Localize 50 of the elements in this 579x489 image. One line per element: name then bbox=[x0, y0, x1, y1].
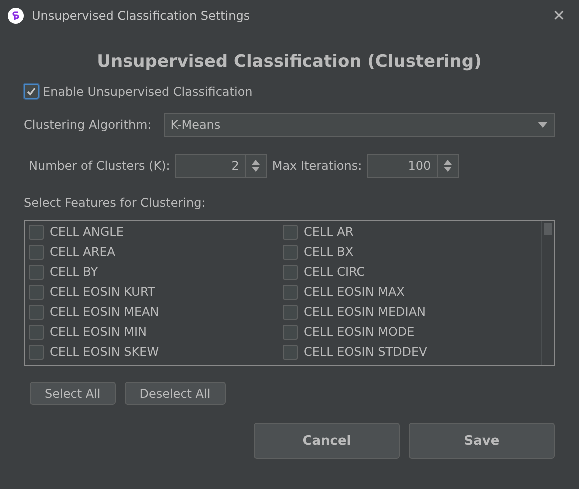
feature-label: CELL BX bbox=[304, 245, 354, 259]
close-button[interactable]: × bbox=[547, 6, 571, 26]
feature-checkbox[interactable] bbox=[29, 284, 44, 300]
feature-label: CELL EOSIN MIN bbox=[50, 325, 147, 339]
algorithm-dropdown[interactable]: K-Means bbox=[164, 113, 555, 137]
iterations-spinner[interactable]: 100 bbox=[367, 154, 460, 178]
feature-label: CELL EOSIN MAX bbox=[304, 285, 405, 299]
feature-label: CELL BY bbox=[50, 265, 98, 279]
feature-label: CELL EOSIN MEDIAN bbox=[304, 305, 426, 319]
window-title: Unsupervised Classification Settings bbox=[32, 9, 252, 23]
features-label: Select Features for Clustering: bbox=[24, 196, 207, 210]
feature-checkbox[interactable] bbox=[283, 264, 298, 280]
spinner-arrows-icon[interactable] bbox=[443, 159, 454, 173]
feature-checkbox[interactable] bbox=[283, 344, 298, 360]
dialog-heading: Unsupervised Classification (Clustering) bbox=[96, 52, 483, 72]
feature-checkbox[interactable] bbox=[283, 244, 298, 260]
feature-label: CELL ANGLE bbox=[50, 225, 124, 239]
feature-checkbox[interactable] bbox=[283, 324, 298, 340]
spinner-arrows-icon[interactable] bbox=[251, 159, 262, 173]
feature-checkbox[interactable] bbox=[283, 304, 298, 320]
feature-checkbox[interactable] bbox=[29, 304, 44, 320]
list-selection-button[interactable]: Select All bbox=[30, 382, 116, 405]
feature-checkbox[interactable] bbox=[29, 224, 44, 240]
feature-label: CELL AREA bbox=[50, 245, 116, 259]
checkmark-icon bbox=[26, 86, 37, 97]
save-button[interactable]: Save bbox=[409, 423, 555, 459]
enable-label: Enable Unsupervised Classification bbox=[43, 84, 253, 98]
clusters-label: Number of Clusters (K): bbox=[29, 159, 170, 173]
feature-label: CELL EOSIN MEAN bbox=[50, 305, 160, 319]
feature-checkbox[interactable] bbox=[29, 264, 44, 280]
app-logo-icon bbox=[8, 8, 24, 24]
feature-checkbox[interactable] bbox=[29, 244, 44, 260]
list-selection-button[interactable]: Deselect All bbox=[124, 382, 226, 405]
enable-checkbox[interactable] bbox=[24, 84, 39, 99]
cancel-button[interactable]: Cancel bbox=[254, 423, 400, 459]
feature-label: CELL EOSIN STDDEV bbox=[304, 345, 428, 359]
scrollbar-thumb[interactable] bbox=[544, 223, 552, 235]
dropdown-caret-icon bbox=[538, 122, 548, 128]
feature-checkbox[interactable] bbox=[29, 344, 44, 360]
iterations-label: Max Iterations: bbox=[272, 159, 362, 173]
feature-checkbox[interactable] bbox=[283, 284, 298, 300]
feature-label: CELL EOSIN SKEW bbox=[50, 345, 160, 359]
feature-label: CELL CIRC bbox=[304, 265, 366, 279]
feature-label: CELL AR bbox=[304, 225, 354, 239]
feature-checkbox[interactable] bbox=[283, 224, 298, 240]
feature-checkbox[interactable] bbox=[29, 324, 44, 340]
feature-label: CELL EOSIN KURT bbox=[50, 285, 156, 299]
feature-label: CELL EOSIN MODE bbox=[304, 325, 415, 339]
algorithm-label: Clustering Algorithm: bbox=[24, 118, 152, 132]
clusters-spinner[interactable]: 2 bbox=[175, 154, 268, 178]
